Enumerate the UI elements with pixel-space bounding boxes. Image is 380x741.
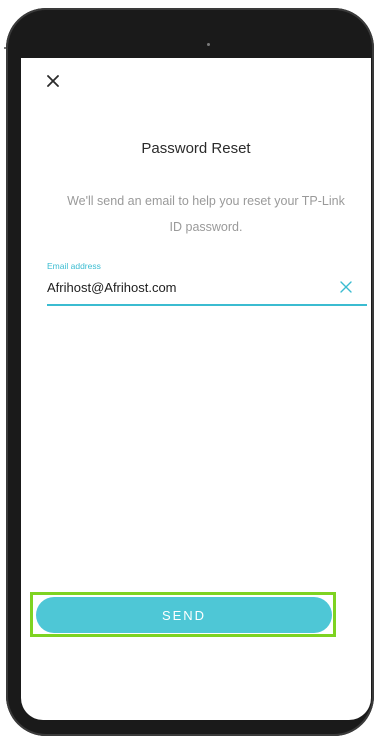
- page: Password Reset We'll send an email to he…: [0, 0, 380, 741]
- email-field-label: Email address: [47, 261, 101, 271]
- camera-dot: [207, 43, 210, 46]
- clear-email-button[interactable]: [338, 279, 354, 295]
- page-title: Password Reset: [141, 140, 251, 157]
- email-input[interactable]: [46, 276, 327, 298]
- description-text: We'll send an email to help you reset yo…: [67, 194, 345, 234]
- close-button[interactable]: [43, 71, 63, 91]
- send-button[interactable]: SEND: [36, 597, 332, 633]
- email-field-underline: [47, 304, 367, 306]
- clear-icon: [340, 281, 352, 293]
- close-icon: [47, 75, 59, 87]
